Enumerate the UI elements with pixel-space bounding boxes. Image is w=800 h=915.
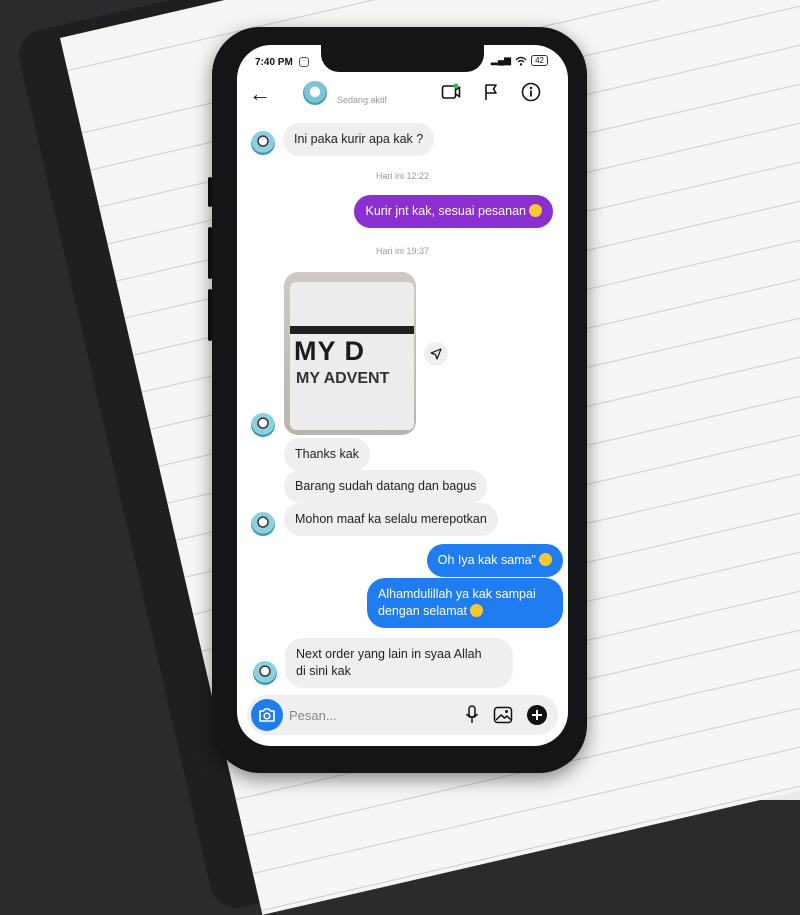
message-incoming[interactable]: Ini paka kurir apa kak ? <box>283 123 435 156</box>
wifi-icon <box>515 56 527 66</box>
message-incoming[interactable]: Mohon maaf ka selalu merepotkan <box>284 503 498 536</box>
message-input[interactable] <box>289 703 449 727</box>
back-arrow-icon[interactable]: ← <box>249 83 271 105</box>
message-outgoing[interactable]: Alhamdulillah ya kak sampai dengan selam… <box>367 578 563 628</box>
battery-icon: 42 <box>531 55 548 66</box>
message-text: Alhamdulillah ya kak sampai <box>378 587 536 601</box>
message-text: Mohon maaf ka selalu merepotkan <box>295 512 487 526</box>
camera-icon[interactable] <box>251 699 283 731</box>
phone-notch <box>321 45 484 72</box>
phone-button <box>208 227 212 279</box>
message-text: Next order yang lain in syaa Allah <box>296 647 482 661</box>
phone-button <box>208 289 212 341</box>
message-outgoing[interactable]: Kurir jnt kak, sesuai pesanan <box>354 195 553 228</box>
contact-status: Sedang aktif <box>337 95 388 105</box>
contact-avatar[interactable] <box>303 81 327 105</box>
phone-button <box>208 177 212 207</box>
contact-avatar <box>251 413 275 437</box>
photo-print-text: MY D <box>294 336 366 366</box>
video-call-icon[interactable] <box>440 81 462 103</box>
message-text: dengan selamat <box>378 604 467 618</box>
flag-icon[interactable] <box>480 81 502 103</box>
message-text: Barang sudah datang dan bagus <box>295 479 477 493</box>
status-icons: ▂▄▆ 42 <box>491 55 548 66</box>
signal-icon: ▂▄▆ <box>490 55 512 65</box>
photo-print-text: MY ADVENT <box>296 370 390 387</box>
contact-avatar <box>251 131 275 155</box>
microphone-icon[interactable] <box>461 704 483 726</box>
contact-avatar <box>251 512 275 536</box>
message-text: Oh Iya kak sama" <box>437 553 536 567</box>
timestamp: Hari ini 12:22 <box>375 171 430 181</box>
message-composer <box>247 695 558 735</box>
message-outgoing[interactable]: Oh Iya kak sama" <box>426 544 563 577</box>
timestamp: Hari ini 19:37 <box>375 246 430 256</box>
share-icon[interactable] <box>424 342 448 366</box>
contact-avatar <box>253 661 277 685</box>
add-icon[interactable] <box>526 704 548 726</box>
message-text: di sini kak <box>296 664 351 678</box>
info-icon[interactable] <box>520 81 542 103</box>
message-text: Ini paka kurir apa kak ? <box>294 132 424 146</box>
smile-emoji-icon <box>529 204 542 217</box>
instagram-notification-icon <box>299 57 309 67</box>
photo-message[interactable]: MY D MY ADVENT <box>284 272 416 435</box>
message-incoming[interactable]: Next order yang lain in syaa Allah di si… <box>285 638 513 688</box>
message-incoming[interactable]: Thanks kak <box>284 438 370 471</box>
message-text: Thanks kak <box>295 447 359 461</box>
grin-emoji-icon <box>469 604 483 617</box>
message-text: Kurir jnt kak, sesuai pesanan <box>365 204 526 218</box>
chat-screen: 7:40 PM ▂▄▆ 42 ← Sedang aktif Ini paka k… <box>237 45 568 746</box>
status-time: 7:40 PM <box>255 57 293 68</box>
smile-emoji-icon <box>539 553 552 566</box>
gallery-icon[interactable] <box>492 704 514 726</box>
message-incoming[interactable]: Barang sudah datang dan bagus <box>284 470 488 503</box>
photo-stripe <box>290 326 414 334</box>
